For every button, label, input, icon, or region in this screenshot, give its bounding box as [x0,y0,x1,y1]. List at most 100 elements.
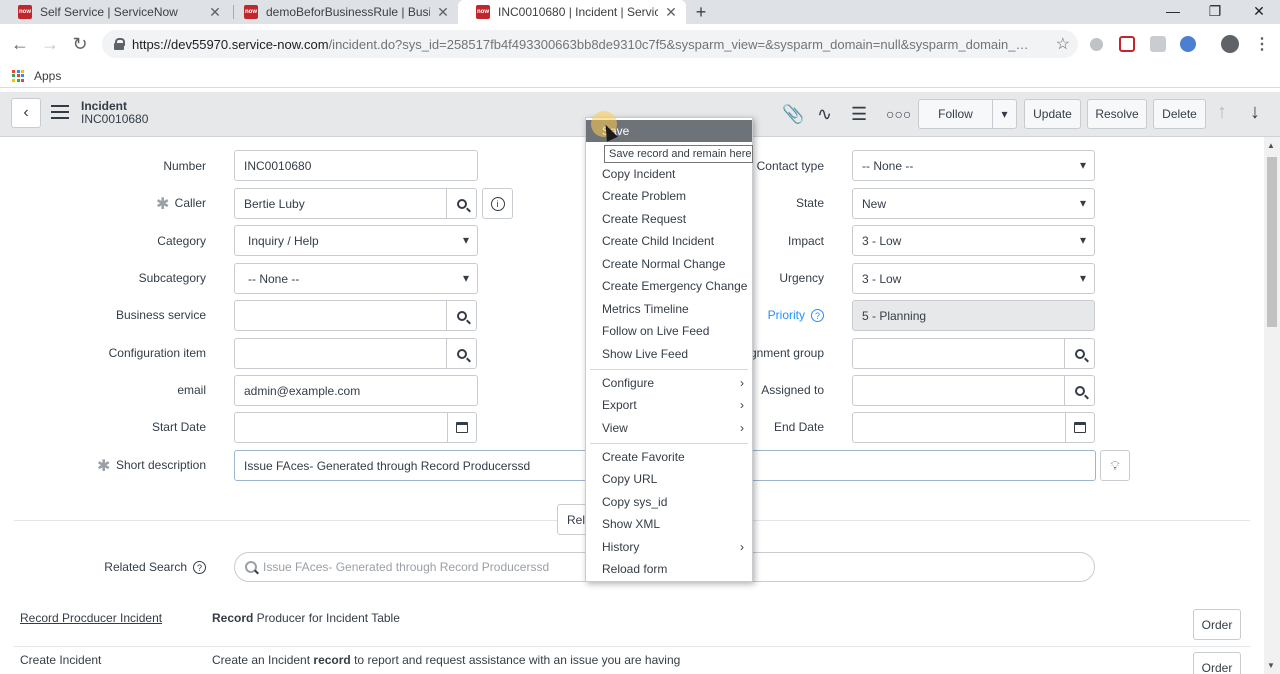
record-number: INC0010680 [81,112,149,126]
follow-button[interactable]: Follow [918,99,993,129]
result-description: Record Producer for Incident Table [212,611,400,625]
start-date-label: Start Date [151,420,206,434]
order-button[interactable]: Order [1193,609,1241,640]
help-icon[interactable]: ? [193,561,206,575]
context-menu-hamburger-icon[interactable] [51,105,69,119]
subcategory-select[interactable]: -- None -- [234,263,478,294]
address-bar[interactable]: https://dev55970.service-now.com /incide… [102,30,1078,58]
menu-item-create-child-incident[interactable]: Create Child Incident [586,230,752,252]
result-title-record-producer-incident[interactable]: Record Procducer Incident [20,611,162,625]
menu-item-create-favorite[interactable]: Create Favorite [586,446,752,468]
extension-icon[interactable] [1090,38,1103,51]
priority-label[interactable]: Priority? [768,308,824,323]
menu-item-reload-form[interactable]: Reload form [586,558,752,580]
menu-item-view[interactable]: View › [586,417,752,439]
category-select[interactable]: Inquiry / Help [234,225,478,256]
follow-dropdown-button[interactable]: ▾ [992,99,1017,129]
configuration-item-lookup-button[interactable] [446,338,477,369]
short-description-label: Short description [115,458,206,472]
menu-separator [590,369,748,370]
end-date-field[interactable] [852,412,1066,443]
menu-item-create-request[interactable]: Create Request [586,208,752,230]
menu-item-show-xml[interactable]: Show XML [586,513,752,535]
highlight-term: Record [212,611,254,625]
menu-item-label: Export [602,398,637,412]
result-title-create-incident[interactable]: Create Incident [20,653,101,667]
menu-item-configure[interactable]: Configure › [586,372,752,394]
state-select[interactable]: New [852,188,1095,219]
apps-bookmark[interactable]: Apps [34,69,61,83]
tab-title: Self Service | ServiceNow [40,5,178,19]
menu-item-show-live-feed[interactable]: Show Live Feed [586,343,752,365]
minimize-icon[interactable]: — [1158,0,1188,22]
next-record-arrow-icon[interactable]: ↓ [1250,101,1260,124]
suggestion-lightbulb-button[interactable]: 💡︎ [1100,450,1130,481]
menu-item-copy-url[interactable]: Copy URL [586,468,752,490]
menu-item-copy-incident[interactable]: Copy Incident [586,163,752,185]
caller-info-button[interactable]: i [482,188,513,219]
caller-field[interactable]: Bertie Luby [234,188,447,219]
activity-pulse-icon[interactable]: ∿ [817,104,832,125]
close-icon[interactable]: ✕ [208,4,222,21]
email-field[interactable]: admin@example.com [234,375,478,406]
window-close-icon[interactable]: ✕ [1244,0,1274,22]
shield-extension-icon[interactable] [1150,36,1166,52]
business-service-lookup-button[interactable] [446,300,477,331]
search-icon [245,561,257,573]
scroll-down-icon[interactable]: ▼ [1267,661,1275,670]
browser-tab-self-service[interactable]: now Self Service | ServiceNow ✕ [0,0,230,24]
new-tab-button[interactable]: + [692,0,710,24]
resolve-button[interactable]: Resolve [1087,99,1147,129]
assignment-group-lookup-button[interactable] [1064,338,1095,369]
order-button[interactable]: Order [1193,652,1241,674]
personalize-sliders-icon[interactable]: ☰ [851,104,867,125]
update-button[interactable]: Update [1024,99,1081,129]
profile-avatar-icon[interactable] [1221,35,1239,53]
more-options-icon[interactable]: ○○○ [886,106,911,122]
impact-select[interactable]: 3 - Low [852,225,1095,256]
scroll-up-icon[interactable]: ▲ [1267,141,1275,150]
close-icon[interactable]: ✕ [664,4,678,21]
pocket-extension-icon[interactable] [1119,36,1135,52]
end-date-picker-button[interactable] [1065,412,1095,443]
bookmark-star-icon[interactable]: ☆ [1056,34,1070,54]
menu-item-follow-on-live-feed[interactable]: Follow on Live Feed [586,320,752,342]
restore-icon[interactable]: ❐ [1200,0,1230,22]
start-date-picker-button[interactable] [447,412,477,443]
menu-item-create-emergency-change[interactable]: Create Emergency Change [586,275,752,297]
urgency-select[interactable]: 3 - Low [852,263,1095,294]
configuration-item-field[interactable] [234,338,447,369]
browser-menu-icon[interactable]: ⋮ [1254,34,1270,54]
scroll-thumb[interactable] [1267,157,1277,327]
badge-extension-icon[interactable] [1180,36,1196,52]
mandatory-asterisk-icon: ✱ [156,196,170,213]
menu-item-create-problem[interactable]: Create Problem [586,185,752,207]
previous-record-arrow-icon[interactable]: ↑ [1217,101,1227,124]
forward-arrow-icon[interactable]: → [38,32,62,56]
menu-item-copy-sys-id[interactable]: Copy sys_id [586,491,752,513]
assignment-group-field[interactable] [852,338,1065,369]
assigned-to-field[interactable] [852,375,1065,406]
menu-item-export[interactable]: Export › [586,394,752,416]
browser-tab-business-rule[interactable]: now demoBeforBusinessRule | Busine ✕ [226,0,458,24]
close-icon[interactable]: ✕ [436,4,450,21]
help-icon[interactable]: ? [811,309,824,323]
start-date-field[interactable] [234,412,448,443]
apps-grid-icon[interactable] [12,69,24,82]
menu-item-metrics-timeline[interactable]: Metrics Timeline [586,298,752,320]
contact-type-select[interactable]: -- None -- [852,150,1095,181]
back-arrow-icon[interactable]: ← [8,32,32,56]
caller-lookup-button[interactable] [446,188,477,219]
assigned-to-lookup-button[interactable] [1064,375,1095,406]
paperclip-icon[interactable]: 📎 [782,104,804,125]
menu-item-history[interactable]: History › [586,536,752,558]
form-scrollbar[interactable]: ▲ ▼ [1264,137,1280,674]
result-description-text: Producer for Incident Table [253,611,400,625]
business-service-field[interactable] [234,300,447,331]
number-field[interactable]: INC0010680 [234,150,478,181]
delete-button[interactable]: Delete [1153,99,1206,129]
browser-tab-incident[interactable]: now INC0010680 | Incident | ServiceN ✕ [458,0,686,24]
menu-item-create-normal-change[interactable]: Create Normal Change [586,253,752,275]
form-back-button[interactable]: ‹ [11,98,41,128]
reload-icon[interactable]: ↻ [68,32,92,56]
